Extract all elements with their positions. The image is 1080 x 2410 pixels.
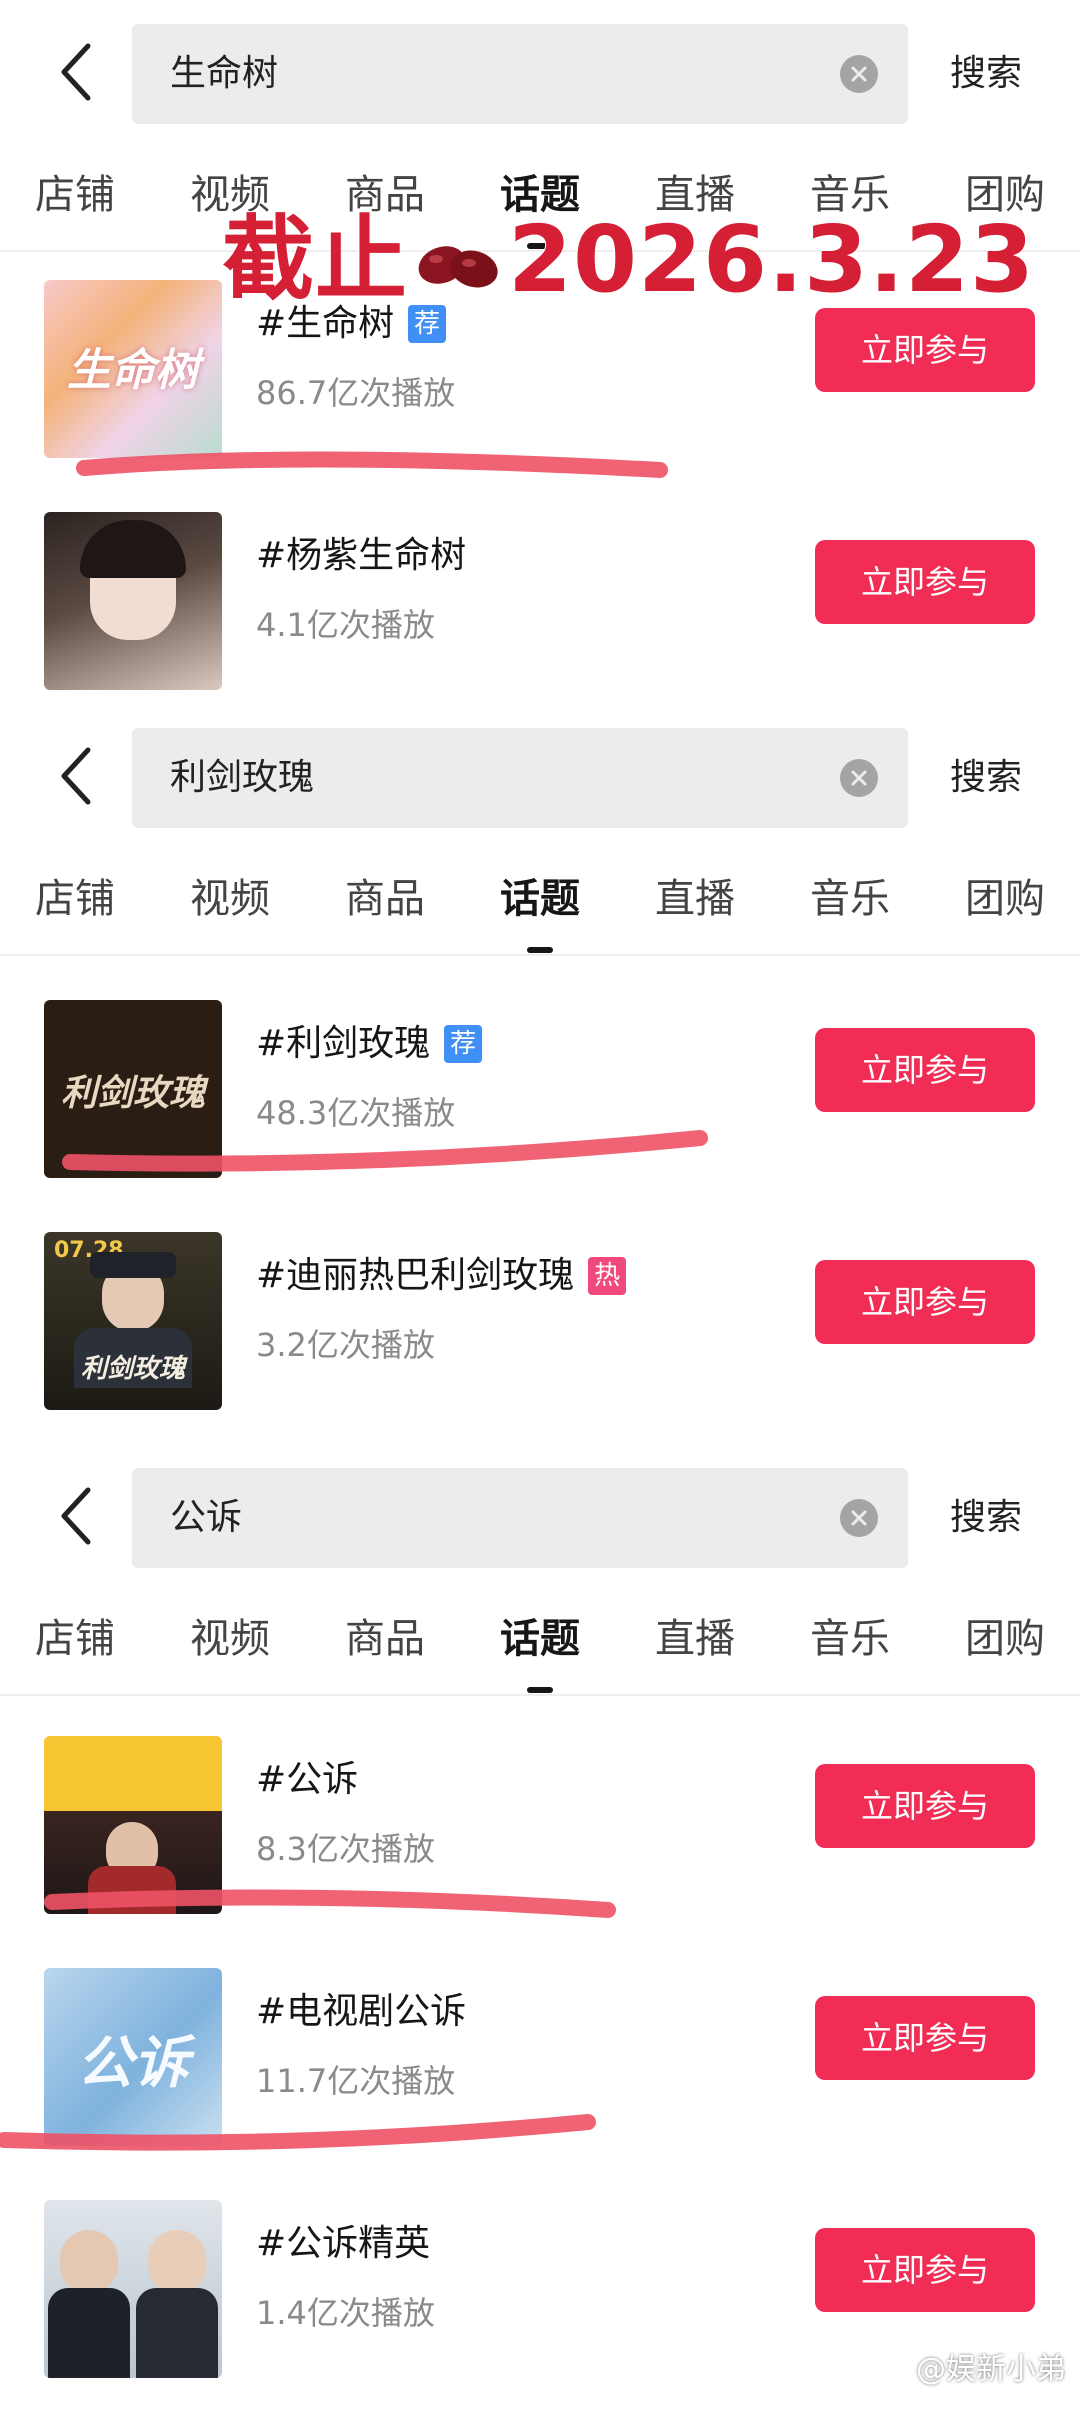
date-annotation: 截止 2026.3.23 xyxy=(221,205,1036,315)
clear-icon[interactable] xyxy=(840,1499,878,1537)
red-bean-icon xyxy=(414,211,502,321)
join-button[interactable]: 立即参与 xyxy=(815,540,1035,624)
topic-title-wrap: #公诉精英 xyxy=(256,2216,430,2272)
tab-live[interactable]: 直播 xyxy=(655,1594,735,1684)
topic-row[interactable]: #公诉 8.3亿次播放 立即参与 xyxy=(0,1714,1080,1946)
topic-row[interactable]: #杨紫生命树 4.1亿次播放 立即参与 xyxy=(0,490,1080,722)
topic-row[interactable]: 公诉 #电视剧公诉 11.7亿次播放 立即参与 xyxy=(0,1946,1080,2178)
search-bar: 生命树 搜索 xyxy=(0,0,1080,150)
search-query[interactable]: 公诉 xyxy=(170,1468,242,1568)
tab-music[interactable]: 音乐 xyxy=(810,1594,890,1684)
search-input[interactable]: 利剑玫瑰 xyxy=(132,728,908,828)
play-count: 86.7亿次播放 xyxy=(256,374,456,412)
active-tab-indicator xyxy=(527,1687,553,1693)
search-section-2: 利剑玫瑰 搜索 店铺 视频 商品 话题 直播 音乐 团购 利剑玫瑰 #利剑玫瑰 … xyxy=(0,704,1080,1424)
search-button[interactable]: 搜索 xyxy=(950,728,1022,828)
tab-product[interactable]: 商品 xyxy=(345,854,425,944)
topic-thumbnail: 利剑玫瑰 xyxy=(44,1000,222,1178)
tab-store[interactable]: 店铺 xyxy=(35,150,115,240)
search-input[interactable]: 公诉 xyxy=(132,1468,908,1568)
recommend-badge: 荐 xyxy=(444,1025,483,1063)
topic-title: #杨紫生命树 xyxy=(256,535,467,576)
tab-topic[interactable]: 话题 xyxy=(500,854,580,944)
category-tabs: 店铺 视频 商品 话题 直播 音乐 团购 xyxy=(0,1594,1080,1694)
play-count: 8.3亿次播放 xyxy=(256,1830,435,1868)
divider xyxy=(0,954,1080,956)
topic-title-wrap: #迪丽热巴利剑玫瑰 热 xyxy=(256,1248,627,1304)
clear-icon[interactable] xyxy=(840,55,878,93)
play-count: 4.1亿次播放 xyxy=(256,606,435,644)
tab-topic[interactable]: 话题 xyxy=(500,1594,580,1684)
topic-thumbnail: 07.28 利剑玫瑰 xyxy=(44,1232,222,1410)
join-button[interactable]: 立即参与 xyxy=(815,1260,1035,1344)
annotation-date: 2026.3.23 xyxy=(507,205,1036,314)
topic-thumbnail xyxy=(44,512,222,690)
join-button[interactable]: 立即参与 xyxy=(815,2228,1035,2312)
annotation-prefix: 截止 xyxy=(221,205,409,314)
topic-title: #迪丽热巴利剑玫瑰 xyxy=(256,1255,575,1296)
search-bar: 公诉 搜索 xyxy=(0,1444,1080,1594)
divider xyxy=(0,1694,1080,1696)
tab-video[interactable]: 视频 xyxy=(190,854,270,944)
topic-title: #公诉精英 xyxy=(256,2223,431,2264)
tab-store[interactable]: 店铺 xyxy=(35,854,115,944)
tab-product[interactable]: 商品 xyxy=(345,1594,425,1684)
tab-store[interactable]: 店铺 xyxy=(35,1594,115,1684)
tab-video[interactable]: 视频 xyxy=(190,1594,270,1684)
join-button[interactable]: 立即参与 xyxy=(815,308,1035,392)
thumbnail-caption: 生命树 xyxy=(67,345,199,396)
category-tabs: 店铺 视频 商品 话题 直播 音乐 团购 xyxy=(0,854,1080,954)
thumbnail-caption: 公诉 xyxy=(77,2030,189,2096)
topic-title-wrap: #杨紫生命树 xyxy=(256,528,466,584)
play-count: 3.2亿次播放 xyxy=(256,1326,435,1364)
topic-thumbnail: 公诉 xyxy=(44,1968,222,2146)
topic-row[interactable]: 07.28 利剑玫瑰 #迪丽热巴利剑玫瑰 热 3.2亿次播放 立即参与 xyxy=(0,1210,1080,1442)
join-button[interactable]: 立即参与 xyxy=(815,1028,1035,1112)
topic-title-wrap: #公诉 xyxy=(256,1752,358,1808)
topic-title: #利剑玫瑰 xyxy=(256,1023,431,1064)
search-button[interactable]: 搜索 xyxy=(950,24,1022,124)
back-arrow-icon[interactable] xyxy=(46,1484,106,1548)
search-input[interactable]: 生命树 xyxy=(132,24,908,124)
back-arrow-icon[interactable] xyxy=(46,40,106,104)
thumbnail-caption: 利剑玫瑰 xyxy=(60,1072,205,1114)
topic-title-wrap: #利剑玫瑰 荐 xyxy=(256,1016,483,1072)
tab-group-buy[interactable]: 团购 xyxy=(965,1594,1045,1684)
back-arrow-icon[interactable] xyxy=(46,744,106,808)
topic-thumbnail: 生命树 xyxy=(44,280,222,458)
play-count: 1.4亿次播放 xyxy=(256,2294,435,2332)
topic-thumbnail xyxy=(44,1736,222,1914)
search-section-3: 公诉 搜索 店铺 视频 商品 话题 直播 音乐 团购 #公诉 8.3亿次播放 立… xyxy=(0,1444,1080,2398)
join-button[interactable]: 立即参与 xyxy=(815,1996,1035,2080)
play-count: 11.7亿次播放 xyxy=(256,2062,456,2100)
clear-icon[interactable] xyxy=(840,759,878,797)
hot-badge: 热 xyxy=(588,1257,627,1295)
topic-title: #公诉 xyxy=(256,1759,359,1800)
active-tab-indicator xyxy=(527,947,553,953)
topic-thumbnail xyxy=(44,2200,222,2378)
search-bar: 利剑玫瑰 搜索 xyxy=(0,704,1080,854)
topic-title-wrap: #电视剧公诉 xyxy=(256,1984,466,2040)
search-query[interactable]: 利剑玫瑰 xyxy=(170,728,314,828)
watermark: @娱新小弟 xyxy=(916,2352,1066,2387)
tab-live[interactable]: 直播 xyxy=(655,854,735,944)
join-button[interactable]: 立即参与 xyxy=(815,1764,1035,1848)
tab-group-buy[interactable]: 团购 xyxy=(965,854,1045,944)
thumbnail-caption: 利剑玫瑰 xyxy=(80,1354,185,1384)
search-query[interactable]: 生命树 xyxy=(170,24,278,124)
tab-music[interactable]: 音乐 xyxy=(810,854,890,944)
search-section-1: 生命树 搜索 店铺 视频 商品 话题 直播 音乐 团购 生命树 #生命树 荐 8… xyxy=(0,0,1080,700)
play-count: 48.3亿次播放 xyxy=(256,1094,456,1132)
topic-title: #电视剧公诉 xyxy=(256,1991,467,2032)
topic-row[interactable]: 利剑玫瑰 #利剑玫瑰 荐 48.3亿次播放 立即参与 xyxy=(0,978,1080,1210)
search-button[interactable]: 搜索 xyxy=(950,1468,1022,1568)
